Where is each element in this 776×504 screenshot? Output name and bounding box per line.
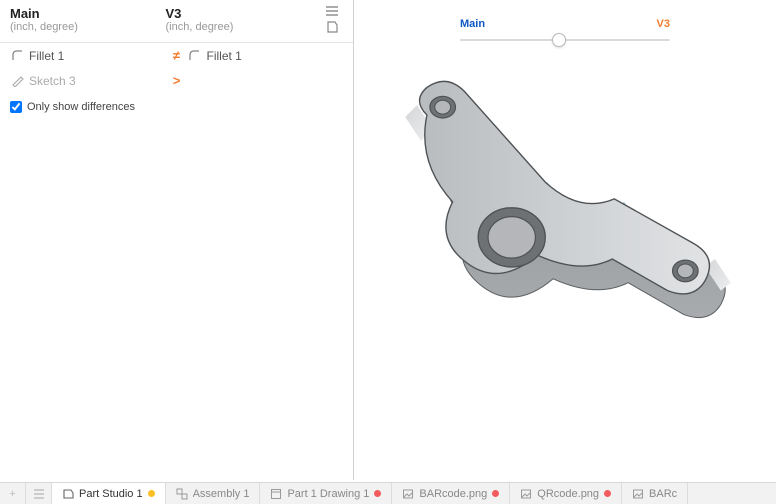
compare-col-left: Main (inch, degree) [10, 6, 166, 34]
status-dot-red [374, 490, 381, 497]
feature-left-label: Fillet 1 [29, 49, 64, 63]
tab-label: Assembly 1 [193, 488, 250, 500]
drawing-icon [270, 488, 282, 500]
tab-assembly[interactable]: Assembly 1 [166, 483, 261, 504]
partstudio-icon [62, 488, 74, 500]
image-icon [520, 488, 532, 500]
add-tab-button[interactable]: + [0, 483, 26, 504]
image-icon [402, 488, 414, 500]
tab-image[interactable]: QRcode.png [510, 483, 622, 504]
tab-image[interactable]: BARcode.png [392, 483, 510, 504]
tab-menu-button[interactable] [26, 483, 52, 504]
fillet-icon [10, 49, 24, 63]
compare-tools [321, 6, 343, 34]
feature-right: Fillet 1 [188, 49, 344, 63]
slider-thumb[interactable] [552, 33, 566, 47]
model-canvas[interactable] [354, 46, 776, 480]
slider-left-label: Main [460, 18, 485, 30]
tab-label: Part Studio 1 [79, 488, 143, 500]
fillet-icon [188, 49, 202, 63]
part-icon[interactable] [325, 20, 339, 34]
feature-left: Fillet 1 [10, 49, 166, 63]
only-diff-label: Only show differences [27, 101, 135, 113]
tab-label: QRcode.png [537, 488, 599, 500]
only-diff-checkbox[interactable] [10, 101, 22, 113]
image-icon [632, 488, 644, 500]
sketch-icon [10, 74, 24, 88]
diff-only-left-icon: > [166, 73, 188, 88]
list-view-icon[interactable] [325, 6, 339, 16]
compare-header: Main (inch, degree) V3 (inch, degree) [0, 0, 353, 43]
feature-row[interactable]: Fillet 1 ≠ Fillet 1 [0, 43, 353, 68]
tab-label: BARcode.png [419, 488, 487, 500]
feature-right-label: Fillet 1 [207, 49, 242, 63]
feature-row[interactable]: Sketch 3 > [0, 68, 353, 93]
compare-left-units: (inch, degree) [10, 21, 166, 33]
feature-diff-list: Fillet 1 ≠ Fillet 1 Sketch 3 > [0, 43, 353, 93]
compare-slider[interactable]: Main V3 [460, 18, 670, 47]
slider-right-label: V3 [657, 18, 670, 30]
feature-left-label: Sketch 3 [29, 74, 76, 88]
compare-left-title: Main [10, 6, 166, 21]
tab-label: Part 1 Drawing 1 [287, 488, 369, 500]
compare-panel: Main (inch, degree) V3 (inch, degree) Fi… [0, 0, 354, 480]
status-dot-red [492, 490, 499, 497]
compare-right-units: (inch, degree) [166, 21, 322, 33]
slider-labels: Main V3 [460, 18, 670, 30]
tab-part-studio[interactable]: Part Studio 1 [52, 483, 166, 504]
viewport[interactable]: Main V3 [354, 0, 776, 480]
status-dot-red [604, 490, 611, 497]
status-dot-amber [148, 490, 155, 497]
only-show-differences[interactable]: Only show differences [0, 93, 353, 121]
tab-image[interactable]: BARc [622, 483, 688, 504]
compare-col-right: V3 (inch, degree) [166, 6, 322, 34]
diff-not-equal-icon: ≠ [166, 48, 188, 63]
tab-bar: + Part Studio 1 Assembly 1 Part 1 Drawin… [0, 482, 776, 504]
compare-right-title: V3 [166, 6, 322, 21]
assembly-icon [176, 488, 188, 500]
feature-left: Sketch 3 [10, 74, 166, 88]
tab-drawing[interactable]: Part 1 Drawing 1 [260, 483, 392, 504]
slider-track[interactable] [460, 33, 670, 47]
tab-label: BARc [649, 488, 677, 500]
